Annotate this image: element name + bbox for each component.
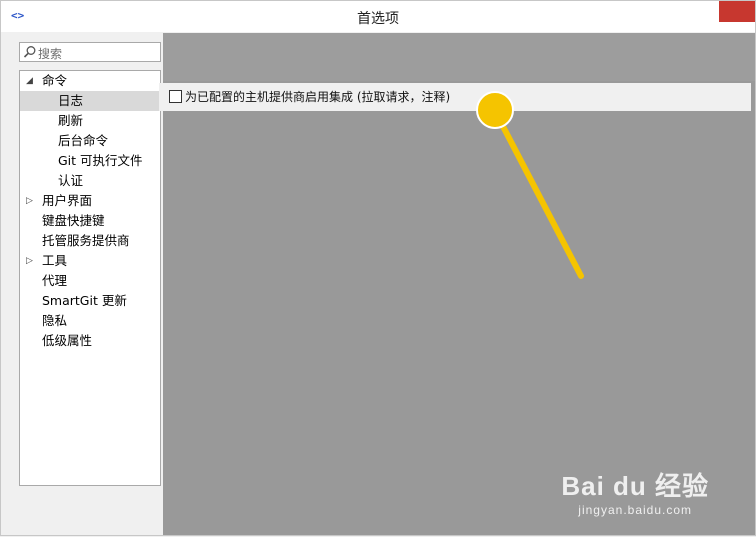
preferences-window: <> 首选项 × 搜索 ◢ 命令 日志 刷新 后台命令 Git 可执行文件 认证 (0, 0, 756, 536)
tree-item-label: 托管服务提供商 (42, 233, 130, 248)
window-title: 首选项 (357, 11, 399, 27)
search-icon (23, 46, 36, 58)
tree-item-label: 日志 (58, 93, 84, 108)
tree-item-label: 认证 (58, 173, 84, 188)
tree-item-tools[interactable]: ▷ 工具 (20, 251, 160, 271)
expand-icon[interactable]: ▷ (26, 191, 33, 211)
integration-option-row[interactable]: 为已配置的主机提供商启用集成 (拉取请求，注释) (159, 83, 751, 111)
search-placeholder: 搜索 (38, 47, 63, 61)
tree-item-label: SmartGit 更新 (42, 293, 127, 308)
search-input[interactable]: 搜索 (19, 42, 161, 62)
title-bar: <> 首选项 × (1, 1, 755, 32)
close-button[interactable]: × (719, 1, 755, 22)
settings-content-panel: 为已配置的主机提供商启用集成 (拉取请求，注释) (159, 33, 755, 535)
tree-item-label: 命令 (42, 73, 68, 88)
tree-item-label: 工具 (42, 253, 68, 268)
integration-option-label: 为已配置的主机提供商启用集成 (拉取请求，注释) (185, 90, 451, 104)
tree-item-hosting-providers[interactable]: 托管服务提供商 (20, 231, 160, 251)
tree-item-smartgit-updates[interactable]: SmartGit 更新 (20, 291, 160, 311)
settings-tree: ◢ 命令 日志 刷新 后台命令 Git 可执行文件 认证 ▷ 用户界面 键盘快捷… (19, 70, 161, 486)
tree-item-background-commands[interactable]: 后台命令 (20, 131, 160, 151)
tree-item-label: 键盘快捷键 (42, 213, 105, 228)
tree-item-proxy[interactable]: 代理 (20, 271, 160, 291)
watermark-brand: Bai du 经验 (561, 471, 709, 501)
watermark-url: jingyan.baidu.com (578, 503, 693, 517)
tree-item-label: Git 可执行文件 (58, 153, 143, 168)
tree-item-label: 低级属性 (42, 333, 93, 348)
tree-item-privacy[interactable]: 隐私 (20, 311, 160, 331)
collapse-icon[interactable]: ◢ (26, 71, 33, 91)
expand-icon[interactable]: ▷ (26, 251, 33, 271)
watermark: Bai du 经验 jingyan.baidu.com (561, 466, 709, 517)
tree-item-label: 代理 (42, 273, 68, 288)
tree-item-refresh[interactable]: 刷新 (20, 111, 160, 131)
panel-header (163, 33, 755, 81)
tree-item-log[interactable]: 日志 (20, 91, 160, 111)
tree-item-keyboard-shortcuts[interactable]: 键盘快捷键 (20, 211, 160, 231)
tree-item-label: 用户界面 (42, 193, 93, 208)
integration-checkbox[interactable] (169, 90, 182, 103)
tree-item-label: 后台命令 (58, 133, 109, 148)
tree-item-authentication[interactable]: 认证 (20, 171, 160, 191)
tree-item-commands[interactable]: ◢ 命令 (20, 71, 160, 91)
tree-item-label: 刷新 (58, 113, 84, 128)
tree-item-label: 隐私 (42, 313, 68, 328)
tree-item-user-interface[interactable]: ▷ 用户界面 (20, 191, 160, 211)
tree-item-low-level-properties[interactable]: 低级属性 (20, 331, 160, 351)
tree-item-git-executable[interactable]: Git 可执行文件 (20, 151, 160, 171)
